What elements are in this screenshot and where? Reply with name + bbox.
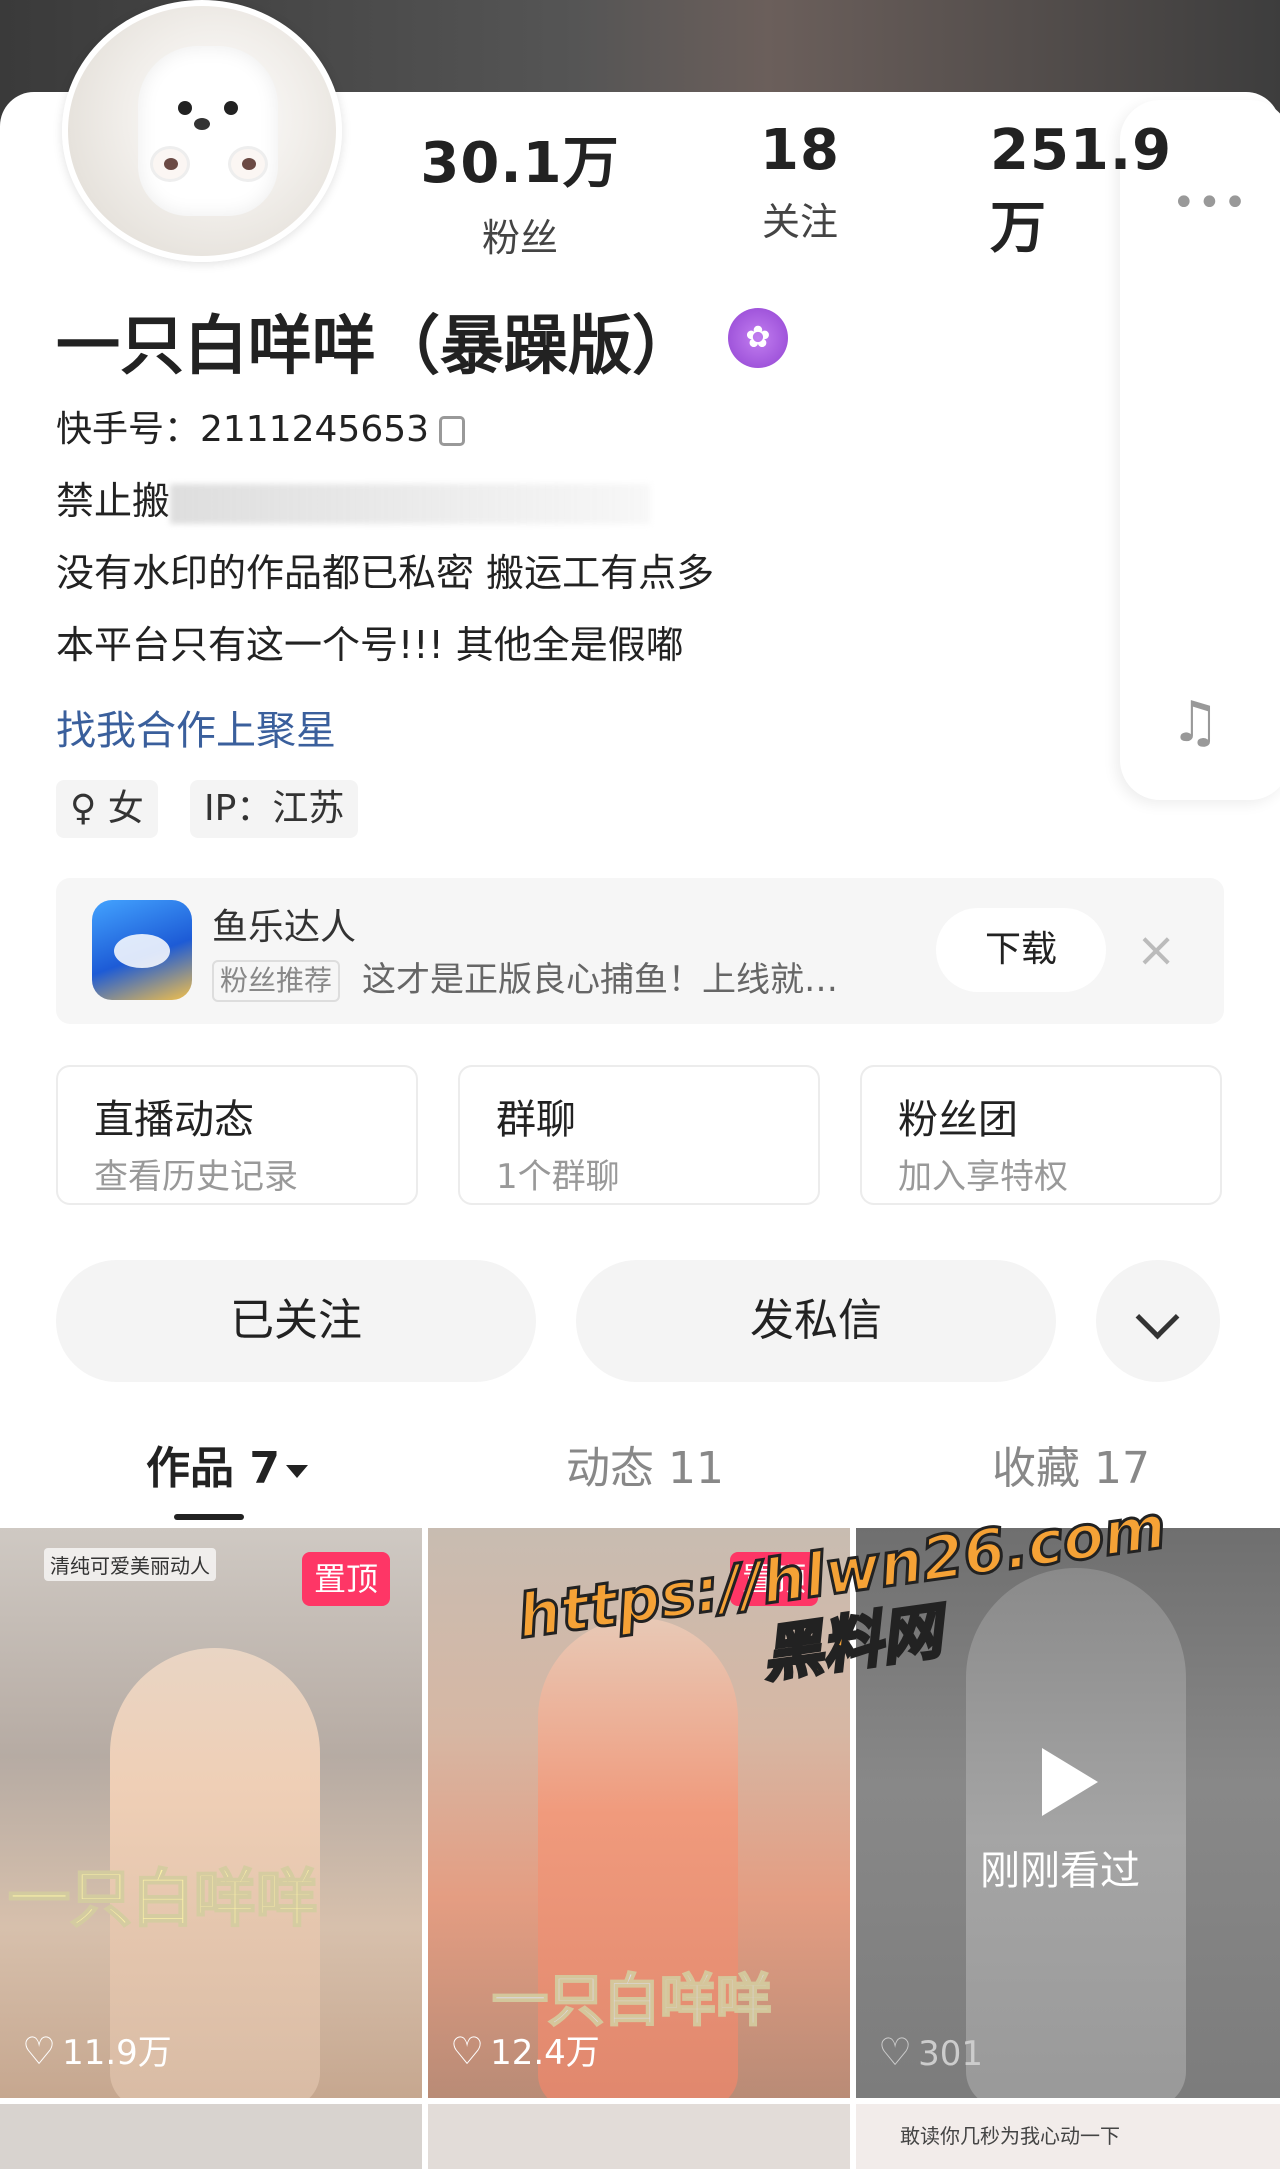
video-thumbnail[interactable]: 敢读你几秒为我心动一下 bbox=[856, 2104, 1280, 2169]
bio-line-1: 禁止搬 bbox=[56, 470, 651, 525]
avatar-eye bbox=[178, 101, 192, 115]
stat-likes[interactable]: 251.9万 获赞 bbox=[960, 118, 1200, 268]
video-mini-title: 清纯可爱美丽动人 bbox=[44, 1548, 216, 1581]
chevron-down-icon[interactable] bbox=[1096, 1260, 1220, 1382]
game-app-icon bbox=[92, 900, 192, 1000]
recently-watched-label: 刚刚看过 bbox=[980, 1848, 1140, 1894]
ip-tag: IP：江苏 bbox=[190, 780, 359, 838]
gender-tag: ♀ 女 bbox=[56, 780, 158, 838]
feature-title: 直播动态 bbox=[94, 1097, 254, 1143]
feature-subtitle: 1个群聊 bbox=[496, 1157, 620, 1197]
video-overlay-text: 一只白咩咩 bbox=[7, 1861, 319, 1936]
tab-label: 作品 7 bbox=[146, 1443, 280, 1494]
music-note-icon[interactable]: ♫ bbox=[1170, 690, 1220, 755]
send-message-button[interactable]: 发私信 bbox=[576, 1260, 1056, 1382]
feature-fan-club[interactable]: 粉丝团 加入享特权 bbox=[860, 1065, 1222, 1205]
bio-line-3: 本平台只有这一个号!!! 其他全是假嘟 bbox=[56, 623, 684, 667]
profile-name: 一只白咩咩（暴躁版） bbox=[56, 310, 696, 384]
stat-value: 30.1万 bbox=[420, 131, 620, 196]
video-likes: ♡ 11.9万 bbox=[22, 2025, 172, 2074]
tab-underline bbox=[174, 1514, 244, 1520]
ad-description: 这才是正版良心捕鱼！上线就… bbox=[362, 960, 838, 1000]
stats-row: 30.1万 粉丝 18 关注 251.9万 获赞 bbox=[0, 118, 1280, 268]
bio-line-2: 没有水印的作品都已私密 搬运工有点多 bbox=[56, 551, 715, 595]
video-thumbnail[interactable]: 清纯可爱美丽动人 置顶 一只白咩咩 ♡ 11.9万 bbox=[0, 1528, 422, 2098]
tab-favorites[interactable]: 收藏 17 bbox=[992, 1432, 1150, 1496]
stat-following[interactable]: 18 关注 bbox=[720, 118, 880, 246]
video-mini-title: 敢读你几秒为我心动一下 bbox=[900, 2124, 1120, 2148]
video-likes: ♡ 12.4万 bbox=[450, 2025, 600, 2074]
feature-subtitle: 加入享特权 bbox=[898, 1157, 1068, 1197]
caret-down-icon bbox=[285, 1464, 308, 1478]
tab-works[interactable]: 作品 7 bbox=[146, 1432, 308, 1496]
kuaishou-id-text: 快手号：2111245653 bbox=[56, 409, 430, 450]
copy-icon[interactable] bbox=[439, 416, 466, 446]
cooperation-link[interactable]: 找我合作上聚星 bbox=[56, 698, 336, 756]
feature-title: 群聊 bbox=[496, 1097, 576, 1143]
ad-title: 鱼乐达人 bbox=[212, 907, 357, 948]
ad-banner[interactable]: 鱼乐达人 粉丝推荐 这才是正版良心捕鱼！上线就… 下载 × bbox=[56, 878, 1224, 1024]
tab-moments[interactable]: 动态 11 bbox=[566, 1432, 724, 1496]
heart-icon: ♡ bbox=[878, 2030, 913, 2074]
download-button[interactable]: 下载 bbox=[936, 908, 1106, 992]
ad-badge: 粉丝推荐 bbox=[212, 960, 341, 1002]
feature-subtitle: 查看历史记录 bbox=[94, 1157, 298, 1197]
stat-value: 18 bbox=[760, 118, 840, 183]
stat-followers[interactable]: 30.1万 粉丝 bbox=[420, 118, 620, 262]
heart-icon: ♡ bbox=[450, 2029, 485, 2073]
feature-live-history[interactable]: 直播动态 查看历史记录 bbox=[56, 1065, 418, 1205]
kuaishou-id[interactable]: 快手号：2111245653 bbox=[56, 400, 466, 452]
video-thumbnail[interactable] bbox=[428, 2104, 850, 2169]
likes-count: 12.4万 bbox=[490, 2033, 600, 2073]
followed-button[interactable]: 已关注 bbox=[56, 1260, 536, 1382]
stat-label: 粉丝 bbox=[481, 216, 558, 260]
blurred-text bbox=[170, 483, 651, 524]
stat-label: 关注 bbox=[761, 200, 838, 244]
bio-line-1-text: 禁止搬 bbox=[56, 479, 171, 523]
pinned-badge: 置顶 bbox=[302, 1552, 391, 1606]
video-likes: ♡ 301 bbox=[878, 2030, 983, 2074]
likes-count: 11.9万 bbox=[62, 2033, 172, 2073]
feature-title: 粉丝团 bbox=[898, 1097, 1018, 1143]
verified-badge-icon[interactable]: ✿ bbox=[728, 308, 788, 368]
play-icon[interactable] bbox=[1042, 1748, 1098, 1816]
heart-icon: ♡ bbox=[22, 2029, 57, 2073]
close-icon[interactable]: × bbox=[1136, 922, 1176, 978]
avatar-eye bbox=[224, 101, 238, 115]
feature-group-chat[interactable]: 群聊 1个群聊 bbox=[458, 1065, 820, 1205]
profile-page: ••• ♫ 30.1万 粉丝 18 关注 251.9万 获赞 一只白咩咩（暴躁版… bbox=[0, 0, 1280, 2169]
video-thumbnail[interactable] bbox=[0, 2104, 422, 2169]
likes-count: 301 bbox=[918, 2034, 983, 2074]
stat-value: 251.9万 bbox=[990, 118, 1173, 261]
